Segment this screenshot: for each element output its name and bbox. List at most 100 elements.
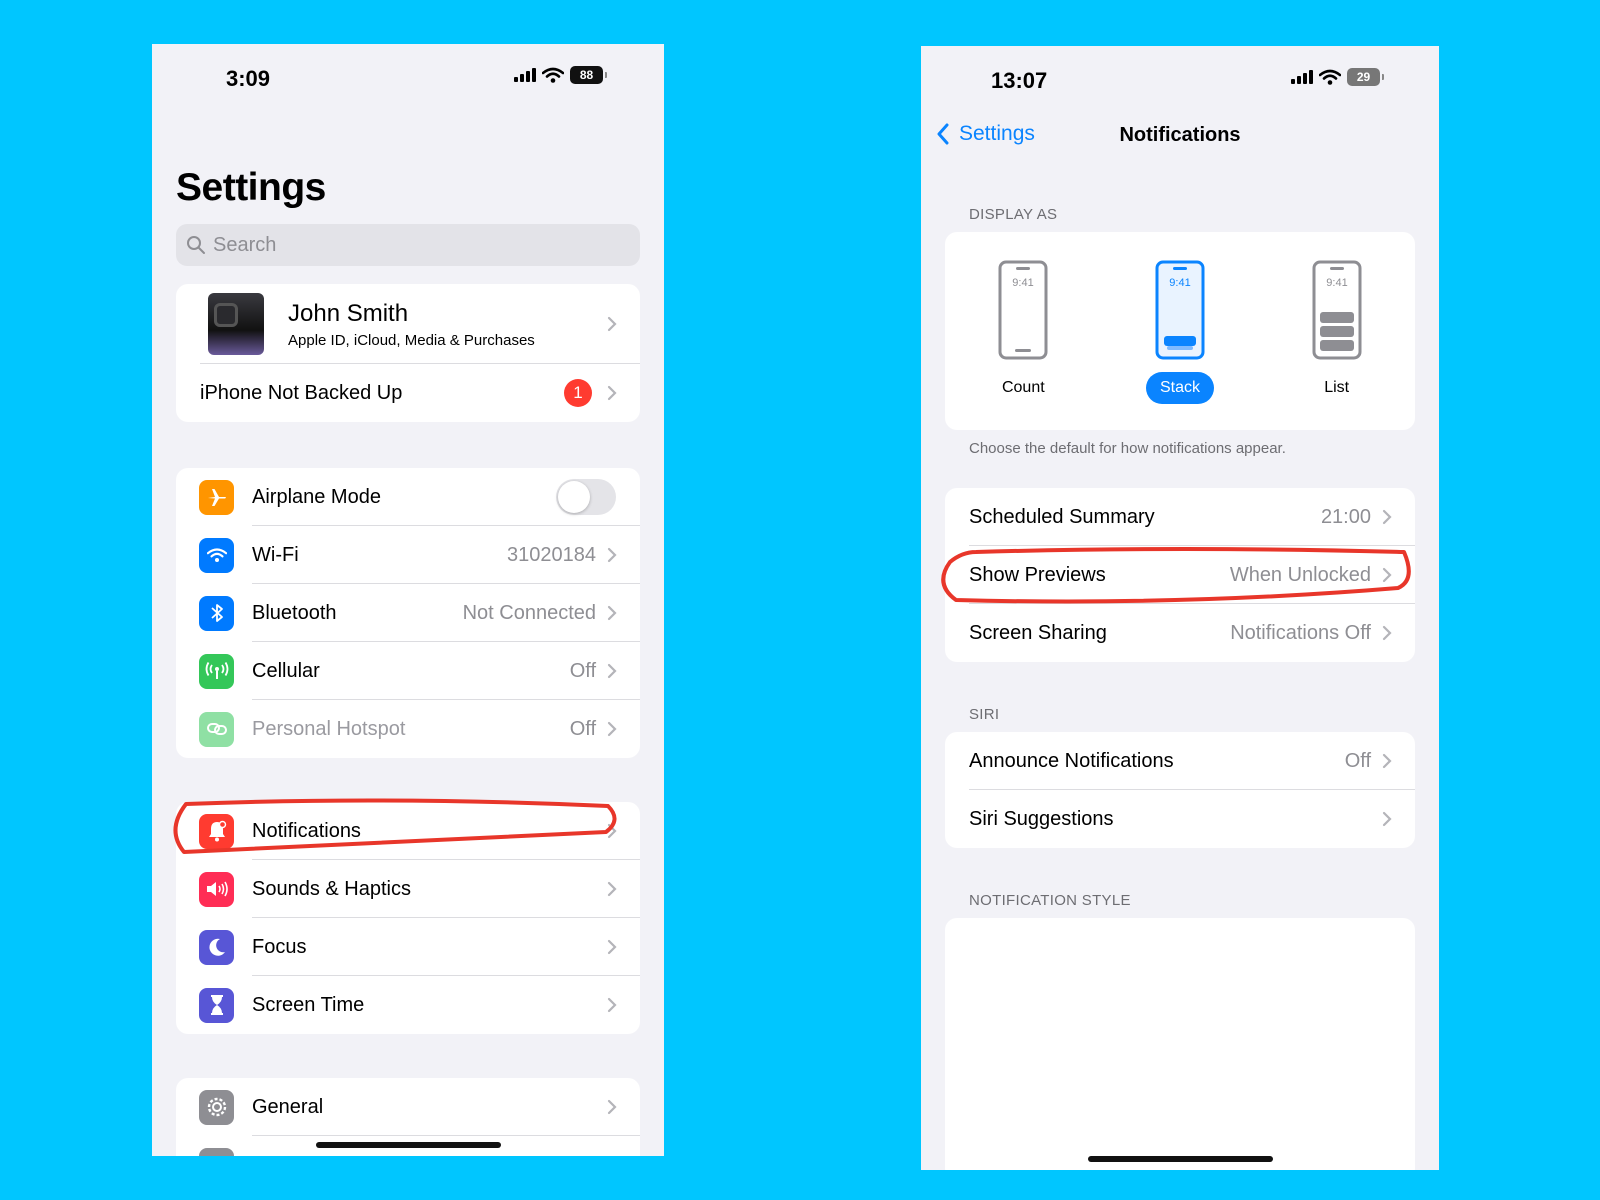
status-time: 13:07 [991, 68, 1048, 93]
row-label: Siri Suggestions [969, 807, 1114, 830]
settings-row-sounds-haptics[interactable]: Sounds & Haptics [176, 860, 640, 918]
row-label: Sounds & Haptics [252, 877, 411, 900]
status-time: 3:09 [226, 66, 271, 91]
row-value: Off [1344, 749, 1371, 772]
settings-row-show-previews[interactable]: Show Previews When Unlocked [945, 546, 1415, 604]
app-icon [199, 1148, 234, 1156]
chevron-right-icon [1382, 625, 1392, 641]
hotspot-icon [199, 711, 234, 747]
settings-row-siri-suggestions[interactable]: Siri Suggestions [945, 790, 1415, 848]
chevron-right-icon [607, 997, 617, 1013]
backup-row[interactable]: iPhone Not Backed Up 1 [176, 364, 640, 422]
page-title: Settings [176, 166, 326, 209]
notification-style-list [945, 918, 1415, 1170]
account-row[interactable]: John Smith Apple ID, iCloud, Media & Pur… [176, 284, 640, 364]
wifi-status-icon [542, 67, 564, 83]
settings-row-focus[interactable]: Focus [176, 918, 640, 976]
mock-time: 9:41 [1169, 277, 1190, 289]
row-value: 21:00 [1320, 505, 1371, 528]
account-group: John Smith Apple ID, iCloud, Media & Pur… [176, 284, 640, 422]
signal-icon [1291, 70, 1313, 84]
account-subtitle: Apple ID, iCloud, Media & Purchases [288, 331, 535, 349]
chevron-right-icon [607, 316, 617, 332]
settings-row-scheduled-summary[interactable]: Scheduled Summary 21:00 [945, 488, 1415, 546]
connectivity-group: Airplane Mode Wi-Fi 31020184 Bluetooth N… [176, 468, 640, 758]
backup-label: iPhone Not Backed Up [200, 381, 403, 404]
moon-icon [199, 929, 234, 965]
option-label: List [1324, 379, 1350, 396]
chevron-right-icon [1382, 567, 1392, 583]
notifications-screen: 13:07 29 Notifications Settings DISPLAY … [921, 46, 1439, 1170]
chevron-right-icon [1382, 753, 1392, 769]
mock-time: 9:41 [1326, 277, 1347, 289]
search-input[interactable]: Search [176, 224, 640, 266]
bluetooth-icon [199, 595, 234, 631]
row-label: Show Previews [969, 563, 1106, 586]
row-label: Announce Notifications [969, 749, 1174, 772]
phone-stack-icon: 9:41 [1155, 260, 1205, 360]
chevron-right-icon [607, 547, 617, 563]
settings-row-bluetooth[interactable]: Bluetooth Not Connected [176, 584, 640, 642]
home-indicator[interactable] [1088, 1156, 1273, 1162]
option-label: Count [1001, 379, 1045, 396]
speaker-icon [199, 871, 234, 907]
antenna-icon [199, 653, 234, 689]
option-label-selected: Stack [1145, 372, 1214, 404]
row-label: Wi-Fi [252, 543, 299, 566]
settings-row-airplane-mode[interactable]: Airplane Mode [176, 468, 640, 526]
chevron-right-icon [607, 881, 617, 897]
avatar [208, 293, 264, 355]
back-button[interactable]: Settings [935, 122, 1035, 146]
battery-icon: 29 [1347, 68, 1384, 86]
siri-group: Announce Notifications Off Siri Suggesti… [945, 732, 1415, 848]
display-as-footer: Choose the default for how notifications… [969, 440, 1286, 457]
row-value: When Unlocked [1229, 563, 1371, 586]
chevron-right-icon [607, 939, 617, 955]
settings-row-personal-hotspot[interactable]: Personal Hotspot Off [176, 700, 640, 758]
mock-time: 9:41 [1013, 277, 1034, 289]
airplane-mode-toggle[interactable] [556, 479, 616, 515]
row-label: Screen Time [252, 993, 365, 1016]
phone-list-icon: 9:41 [1312, 260, 1362, 360]
gear-icon [199, 1089, 234, 1125]
settings-row-general[interactable]: General [176, 1078, 640, 1136]
chevron-right-icon [1382, 811, 1392, 827]
row-label: Notifications [252, 819, 361, 842]
signal-icon [514, 68, 536, 82]
home-indicator[interactable] [316, 1142, 501, 1148]
settings-screen: 3:09 88 Settings Search John Smith Apple… [152, 44, 664, 1156]
hourglass-icon [199, 987, 234, 1023]
row-label: Focus [252, 935, 307, 958]
chevron-right-icon [607, 605, 617, 621]
settings-row-notifications[interactable]: Notifications [176, 802, 640, 860]
row-value: Not Connected [462, 601, 596, 624]
row-value: Notifications Off [1230, 621, 1371, 644]
section-header-display-as: DISPLAY AS [969, 206, 1058, 223]
back-label: Settings [959, 122, 1035, 145]
wifi-icon [199, 537, 234, 573]
settings-row-wifi[interactable]: Wi-Fi 31020184 [176, 526, 640, 584]
display-option-stack[interactable]: 9:41 Stack [1120, 260, 1240, 404]
airplane-icon [199, 479, 234, 515]
display-option-count[interactable]: 9:41 Count [963, 260, 1083, 404]
settings-row-announce-notifications[interactable]: Announce Notifications Off [945, 732, 1415, 790]
bell-icon [199, 813, 234, 849]
section-header-siri: SIRI [969, 706, 1000, 723]
display-option-list[interactable]: 9:41 List [1277, 260, 1397, 404]
chevron-right-icon [607, 1099, 617, 1115]
status-icons: 29 [1291, 68, 1384, 86]
row-label: General [252, 1095, 324, 1118]
row-label: Screen Sharing [969, 621, 1107, 644]
options-group: Scheduled Summary 21:00 Show Previews Wh… [945, 488, 1415, 662]
settings-row-screen-sharing[interactable]: Screen Sharing Notifications Off [945, 604, 1415, 662]
settings-row-cellular[interactable]: Cellular Off [176, 642, 640, 700]
display-as-picker: 9:41 Count 9:41 Stack 9:41 List [945, 232, 1415, 430]
row-value: Off [569, 717, 596, 740]
phone-count-icon: 9:41 [998, 260, 1048, 360]
settings-row-screen-time[interactable]: Screen Time [176, 976, 640, 1034]
row-label: Airplane Mode [252, 485, 381, 508]
chevron-left-icon [937, 123, 949, 145]
chevron-right-icon [607, 385, 617, 401]
status-icons: 88 [514, 66, 607, 84]
chevron-right-icon [607, 721, 617, 737]
